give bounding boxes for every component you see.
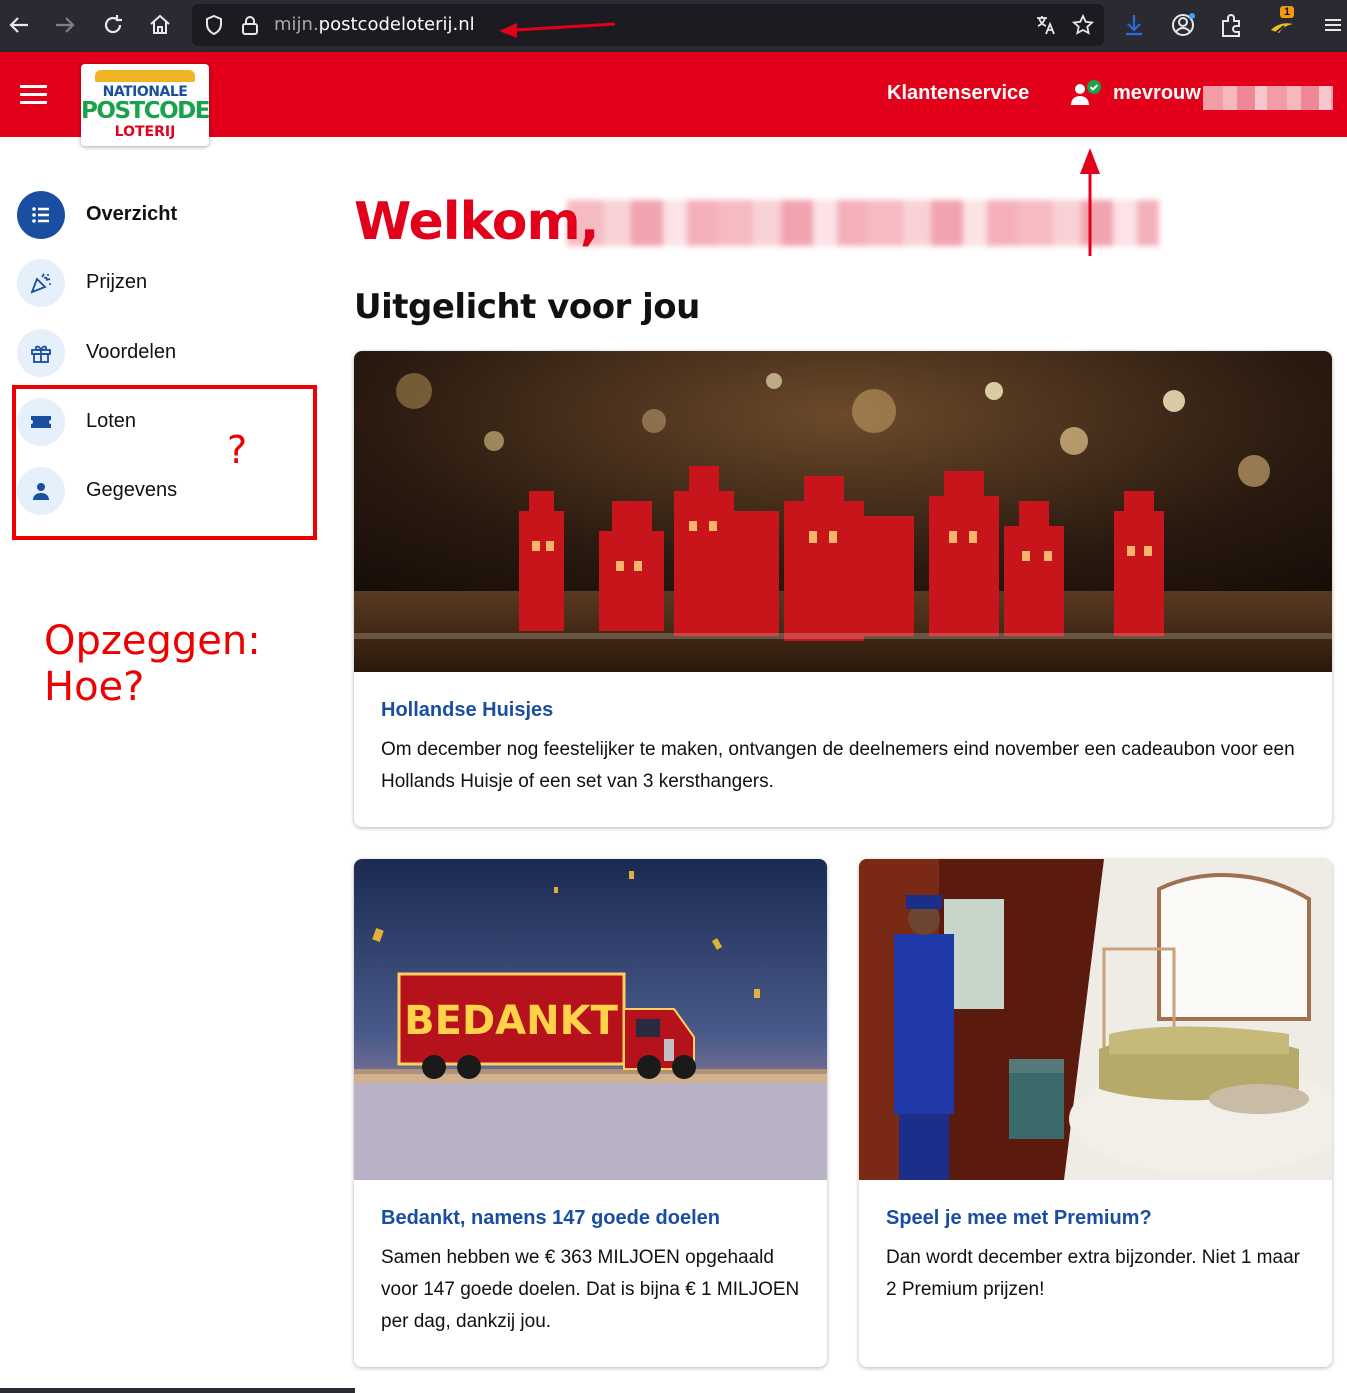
card-premium[interactable]: Speel je mee met Premium? Dan wordt dece… — [859, 859, 1332, 1367]
url-text: mijn.postcodeloterij.nl — [274, 14, 475, 35]
shield-icon[interactable] — [202, 13, 226, 37]
download-icon[interactable] — [1120, 11, 1148, 39]
card-title[interactable]: Speel je mee met Premium? — [886, 1207, 1152, 1230]
sidebar-item-overzicht[interactable]: Overzicht — [17, 191, 317, 241]
address-bar[interactable]: mijn.postcodeloterij.nl — [192, 4, 1104, 46]
annotation-line-1: Opzeggen: — [44, 618, 261, 664]
bottom-scrollbar — [0, 1388, 355, 1393]
card-title[interactable]: Hollandse Huisjes — [381, 699, 553, 722]
featured-heading: Uitgelicht voor jou — [354, 287, 700, 327]
truck-bedankt-text: BEDANKT — [404, 998, 618, 1044]
user-verified-icon[interactable] — [1070, 80, 1106, 108]
browser-toolbar: mijn.postcodeloterij.nl 1 — [0, 0, 1347, 52]
annotation-line-2: Hoe? — [44, 664, 145, 710]
extensions-icon[interactable] — [1217, 11, 1245, 39]
party-popper-icon — [17, 259, 65, 307]
gift-icon — [17, 329, 65, 377]
sidebar-item-label: Prijzen — [86, 271, 148, 293]
sidebar-item-label: Overzicht — [86, 203, 178, 225]
sidebar-item-prijzen[interactable]: Prijzen — [17, 259, 317, 309]
card-text: Samen hebben we € 363 MILJOEN opgehaald … — [381, 1247, 800, 1332]
lock-icon[interactable] — [238, 13, 262, 37]
card-hollandse-huisjes[interactable]: Hollandse Huisjes Om december nog feeste… — [354, 351, 1332, 827]
card-bedankt[interactable]: BEDANKT Bedankt, namens 147 goede doelen… — [354, 859, 827, 1367]
annotation-highlight-box — [12, 385, 317, 540]
card-title[interactable]: Bedankt, namens 147 goede doelen — [381, 1207, 720, 1230]
hamburger-menu-icon[interactable] — [20, 85, 47, 105]
postcode-loterij-logo[interactable]: NATIONALE POSTCODE LOTERIJ — [81, 64, 209, 146]
logo-text-loterij: LOTERIJ — [114, 124, 176, 140]
annotation-cancel-question: Opzeggen: Hoe? — [44, 618, 261, 710]
annotation-arrow-url — [499, 22, 616, 38]
logo-ribbon — [95, 70, 195, 82]
bedankt-truck-image: BEDANKT — [354, 859, 827, 1180]
annotation-question-mark: ? — [227, 428, 248, 472]
klantenservice-link[interactable]: Klantenservice — [887, 82, 1029, 105]
extension-badge-count: 1 — [1280, 6, 1295, 18]
logo-text-postcode: POSTCODE — [81, 98, 209, 124]
reload-icon[interactable] — [98, 10, 128, 40]
extension-badge-icon[interactable]: 1 — [1266, 6, 1300, 42]
card-text: Om december nog feestelijker te maken, o… — [381, 739, 1295, 792]
site-header: NATIONALE POSTCODE LOTERIJ Klantenservic… — [0, 52, 1347, 146]
user-account-link[interactable]: mevrouw — [1113, 82, 1201, 105]
forward-icon[interactable] — [50, 10, 80, 40]
premium-prizes-image — [859, 859, 1332, 1180]
welcome-heading: Welkom, — [354, 192, 599, 252]
back-icon[interactable] — [4, 10, 34, 40]
home-icon[interactable] — [145, 10, 175, 40]
sidebar-item-label: Voordelen — [86, 341, 177, 363]
bookmark-star-icon[interactable] — [1071, 13, 1095, 37]
redacted-welcome-name — [567, 200, 1159, 246]
christmas-houses-image — [354, 351, 1332, 672]
redacted-username — [1203, 86, 1333, 110]
account-icon[interactable] — [1169, 11, 1197, 39]
annotation-arrow-user — [1080, 148, 1100, 256]
translate-icon[interactable] — [1034, 13, 1058, 37]
sidebar-item-voordelen[interactable]: Voordelen — [17, 329, 317, 379]
list-icon — [17, 191, 65, 239]
card-text: Dan wordt december extra bijzonder. Niet… — [886, 1247, 1300, 1300]
menu-icon[interactable] — [1319, 11, 1347, 39]
